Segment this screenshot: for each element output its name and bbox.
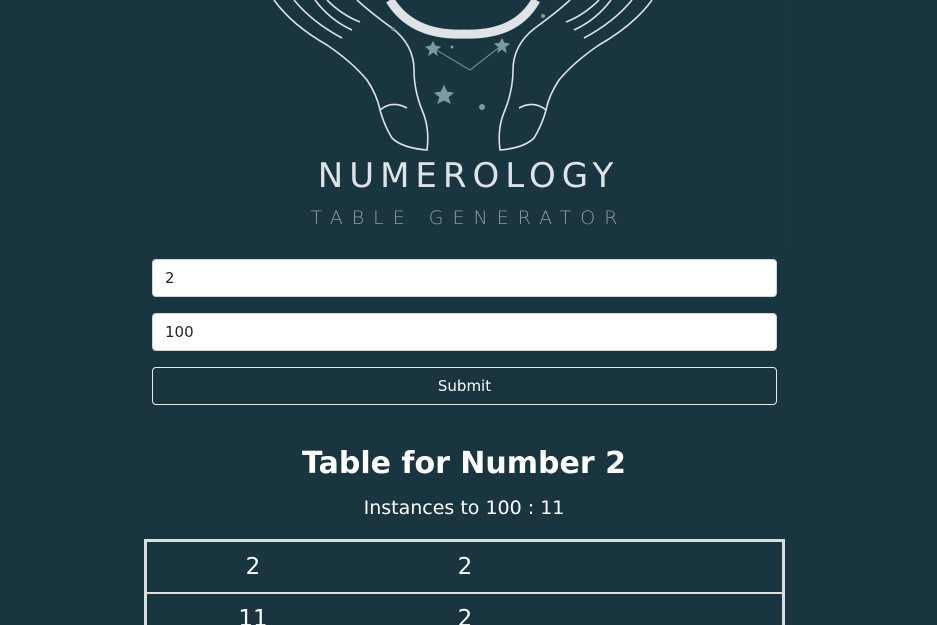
table-row: 11 2	[145, 592, 784, 625]
table-cell	[571, 541, 784, 594]
table-cell	[571, 592, 784, 625]
table-cell: 11	[145, 592, 359, 625]
instances-count-value: 11	[540, 497, 565, 519]
hero-logo-area: NUMEROLOGY TABLE GENERATOR	[152, 0, 786, 248]
instances-count-label: Instances to 100 :	[363, 497, 541, 519]
results-table: 2 2 11 2	[144, 539, 785, 625]
crystal-ball-icon	[386, 0, 540, 39]
table-cell: 2	[457, 554, 473, 580]
table-cell: 2	[359, 592, 571, 625]
hands-crystal-ball-illustration	[273, 0, 653, 151]
result-title: Table for Number 2	[302, 446, 626, 481]
table-cell: 2	[245, 554, 261, 580]
number-input[interactable]	[152, 259, 777, 297]
table-row: 2 2	[146, 541, 784, 594]
brand-subtitle: TABLE GENERATOR	[310, 207, 627, 229]
brand-title: NUMEROLOGY	[317, 156, 620, 196]
instances-count: Instances to 100 : 11	[0, 497, 928, 519]
submit-button[interactable]: Submit	[152, 367, 777, 405]
limit-input[interactable]	[152, 313, 777, 351]
page: NUMEROLOGY TABLE GENERATOR Submit Table …	[0, 0, 937, 625]
